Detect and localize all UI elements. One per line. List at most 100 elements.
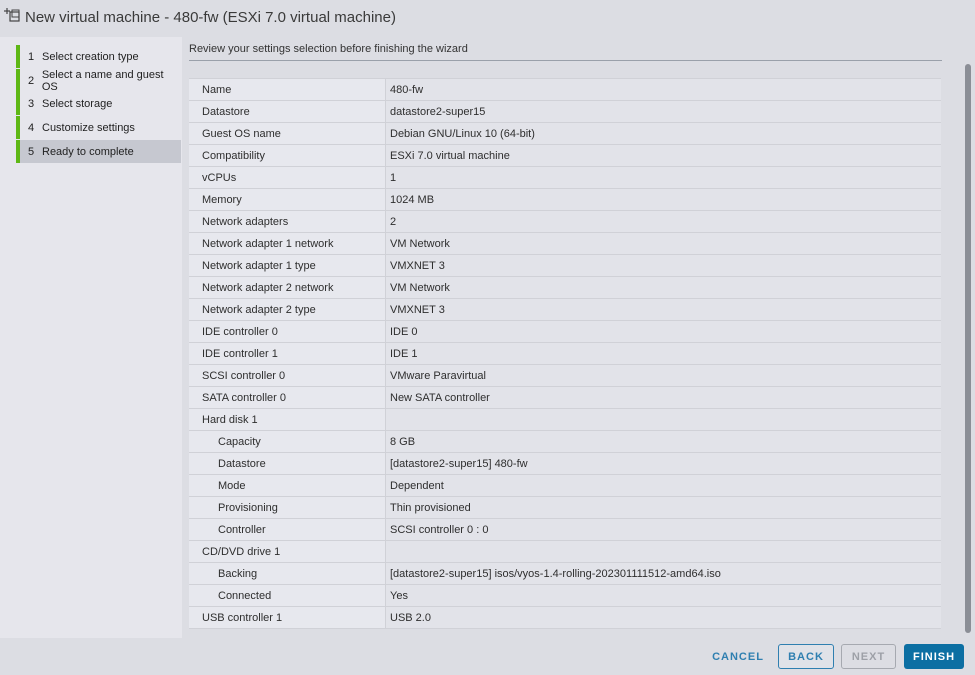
setting-value: 1024 MB [386,189,941,210]
setting-label: vCPUs [189,167,386,188]
setting-value: USB 2.0 [386,607,941,628]
setting-label: CD/DVD drive 1 [189,541,386,562]
setting-value: VMware Paravirtual [386,365,941,386]
setting-value: [datastore2-super15] 480-fw [386,453,941,474]
new-vm-icon [3,6,21,24]
setting-value: Thin provisioned [386,497,941,518]
setting-label: Provisioning [189,497,386,518]
setting-label: USB controller 1 [189,607,386,628]
setting-label: SATA controller 0 [189,387,386,408]
back-button[interactable]: BACK [778,644,834,669]
table-row: USB controller 1 USB 2.0 [189,607,941,629]
table-row: Name 480-fw [189,79,941,101]
setting-value: 2 [386,211,941,232]
setting-label: IDE controller 0 [189,321,386,342]
table-row: Backing [datastore2-super15] isos/vyos-1.… [189,563,941,585]
setting-label: Datastore [189,453,386,474]
setting-value: ESXi 7.0 virtual machine [386,145,941,166]
wizard-step-5[interactable]: 5 Ready to complete [16,140,181,163]
table-row: Connected Yes [189,585,941,607]
setting-label: Network adapters [189,211,386,232]
setting-label: Network adapter 1 network [189,233,386,254]
table-row: vCPUs 1 [189,167,941,189]
setting-value: IDE 1 [386,343,941,364]
setting-value: VM Network [386,233,941,254]
setting-label: Backing [189,563,386,584]
table-row: Network adapters 2 [189,211,941,233]
step-number: 3 [28,97,35,110]
setting-value: VMXNET 3 [386,255,941,276]
wizard-step-2[interactable]: 2 Select a name and guest OS [16,68,181,93]
table-row: Mode Dependent [189,475,941,497]
table-row: IDE controller 1 IDE 1 [189,343,941,365]
step-label: Select creation type [42,50,139,63]
wizard-subtitle: Review your settings selection before fi… [189,43,468,55]
step-number: 4 [28,121,35,134]
setting-label: Controller [189,519,386,540]
step-number: 1 [28,50,35,63]
wizard-step-4[interactable]: 4 Customize settings [16,116,181,139]
table-row: Guest OS name Debian GNU/Linux 10 (64-bit… [189,123,941,145]
step-label: Select a name and guest OS [41,68,164,93]
finish-button[interactable]: FINISH [904,644,964,669]
setting-label: Datastore [189,101,386,122]
step-number: 5 [28,145,35,158]
table-row: Hard disk 1 [189,409,941,431]
table-row: Network adapter 2 type VMXNET 3 [189,299,941,321]
table-row: CD/DVD drive 1 [189,541,941,563]
setting-value: VMXNET 3 [386,299,941,320]
wizard-step-3[interactable]: 3 Select storage [16,92,181,115]
setting-value: [datastore2-super15] isos/vyos-1.4-rolli… [386,563,941,584]
subtitle-divider [189,60,942,61]
table-row: Controller SCSI controller 0 : 0 [189,519,941,541]
setting-value: datastore2-super15 [386,101,941,122]
cancel-button[interactable]: CANCEL [707,644,769,669]
dialog-footer: CANCEL BACK NEXT FINISH [0,638,975,675]
table-row: Memory 1024 MB [189,189,941,211]
setting-label: Name [189,79,386,100]
setting-label: Mode [189,475,386,496]
setting-value: 1 [386,167,941,188]
table-row: IDE controller 0 IDE 0 [189,321,941,343]
setting-label: IDE controller 1 [189,343,386,364]
setting-label: Network adapter 1 type [189,255,386,276]
table-row: Capacity 8 GB [189,431,941,453]
setting-label: Network adapter 2 type [189,299,386,320]
dialog-title: New virtual machine - 480-fw (ESXi 7.0 v… [25,9,396,26]
dialog-titlebar: New virtual machine - 480-fw (ESXi 7.0 v… [0,0,975,37]
table-row: Network adapter 1 type VMXNET 3 [189,255,941,277]
setting-label: SCSI controller 0 [189,365,386,386]
table-row: Compatibility ESXi 7.0 virtual machine [189,145,941,167]
setting-label: Connected [189,585,386,606]
setting-value: Debian GNU/Linux 10 (64-bit) [386,123,941,144]
wizard-steps-sidebar: 1 Select creation type 2 Select a name and … [0,37,182,638]
setting-value: 8 GB [386,431,941,452]
setting-value: 480-fw [386,79,941,100]
setting-value: SCSI controller 0 : 0 [386,519,941,540]
table-row: Provisioning Thin provisioned [189,497,941,519]
next-button[interactable]: NEXT [841,644,896,669]
setting-value: VM Network [386,277,941,298]
setting-label: Memory [189,189,386,210]
scrollbar-thumb[interactable] [965,64,971,633]
setting-value: New SATA controller [386,387,941,408]
setting-label: Compatibility [189,145,386,166]
setting-value: IDE 0 [386,321,941,342]
table-row: Network adapter 1 network VM Network [189,233,941,255]
table-row: Datastore [datastore2-super15] 480-fw [189,453,941,475]
setting-value: Yes [386,585,941,606]
step-label: Ready to complete [42,145,134,158]
vertical-scrollbar[interactable] [963,62,973,635]
setting-label: Hard disk 1 [189,409,386,430]
wizard-step-1[interactable]: 1 Select creation type [16,45,181,68]
wizard-main-panel: Review your settings selection before fi… [182,37,975,638]
table-row: SCSI controller 0 VMware Paravirtual [189,365,941,387]
setting-value: Dependent [386,475,941,496]
table-row: Datastore datastore2-super15 [189,101,941,123]
step-label: Select storage [42,97,113,110]
setting-label: Guest OS name [189,123,386,144]
setting-value [386,409,941,430]
table-row: Network adapter 2 network VM Network [189,277,941,299]
setting-label: Capacity [189,431,386,452]
setting-value [386,541,941,562]
